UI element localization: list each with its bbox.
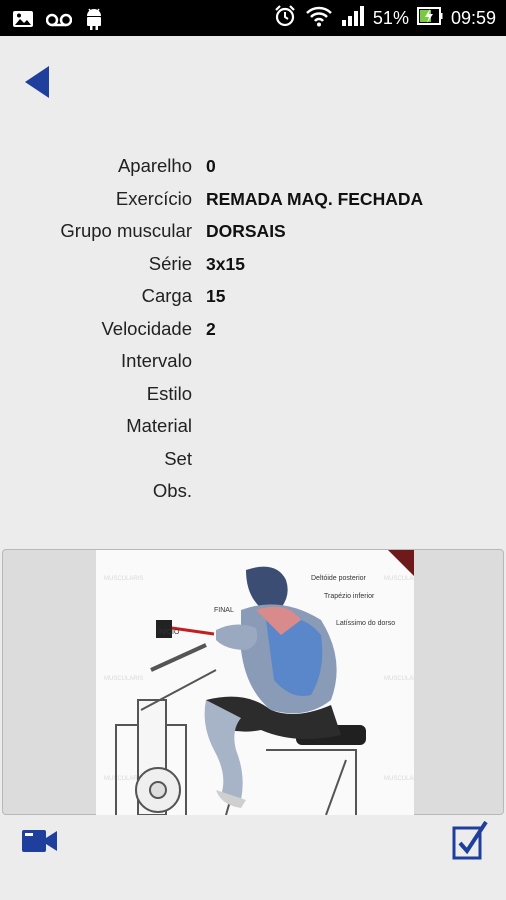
detail-row: Série 3x15 xyxy=(0,248,506,281)
detail-label: Carga xyxy=(141,285,192,306)
detail-label: Aparelho xyxy=(117,155,192,176)
detail-row: Velocidade 2 xyxy=(0,313,506,346)
svg-text:FINAL: FINAL xyxy=(214,607,234,614)
svg-text:MUSCULARIS: MUSCULARIS xyxy=(104,676,143,682)
detail-row: Exercício REMADA MAQ. FECHADA xyxy=(0,183,506,216)
detail-value: REMADA MAQ. FECHADA xyxy=(206,188,424,209)
signal-icon xyxy=(341,5,365,32)
detail-row: Material xyxy=(0,410,506,443)
video-camera-icon xyxy=(22,830,57,852)
exercise-image[interactable]: MUSCULARIS MUSCULARIS MUSCULARIS MUSCULA… xyxy=(96,550,414,815)
clock: 09:59 xyxy=(450,7,496,28)
svg-text:MUSCULARIS: MUSCULARIS xyxy=(384,776,414,782)
detail-row: Grupo muscular DORSAIS xyxy=(0,215,506,248)
detail-row: Intervalo xyxy=(0,345,506,378)
detail-label: Estilo xyxy=(146,382,192,404)
svg-text:MUSCULARIS: MUSCULARIS xyxy=(384,676,414,682)
detail-label: Velocidade xyxy=(101,317,192,339)
back-arrow-icon xyxy=(25,66,49,98)
exercise-details: Aparelho 0 Exercício REMADA MAQ. FECHADA Gru… xyxy=(0,150,506,508)
svg-text:MUSCULARIS: MUSCULARIS xyxy=(384,576,414,582)
back-button[interactable] xyxy=(22,64,52,100)
detail-label: Set xyxy=(164,447,192,469)
detail-value: DORSAIS xyxy=(206,221,286,241)
svg-text:MUSCULARIS: MUSCULARIS xyxy=(104,576,143,582)
svg-text:Trapézio inferior: Trapézio inferior xyxy=(324,593,375,600)
detail-value: 3x15 xyxy=(206,253,245,274)
detail-row: Carga 15 xyxy=(0,280,506,313)
battery-charging-icon xyxy=(416,6,443,31)
corner-mark xyxy=(388,550,414,576)
alarm-icon xyxy=(273,4,297,33)
detail-label: Obs. xyxy=(152,480,192,501)
checkbox-checked-icon xyxy=(452,820,488,860)
svg-text:INICIO: INICIO xyxy=(158,629,180,636)
android-icon xyxy=(84,7,104,36)
exercise-image-panel: MUSCULARIS MUSCULARIS MUSCULARIS MUSCULA… xyxy=(2,549,504,815)
detail-row: Aparelho 0 xyxy=(0,150,506,183)
detail-row: Obs. xyxy=(0,475,506,508)
voicemail-icon xyxy=(45,9,73,34)
battery-percent: 51% xyxy=(372,7,409,28)
detail-value: 0 xyxy=(206,156,216,176)
wifi-icon xyxy=(305,5,333,32)
video-button[interactable] xyxy=(22,827,58,855)
image-icon xyxy=(12,9,34,34)
status-bar: 51% 09:59 xyxy=(0,0,506,36)
done-button[interactable] xyxy=(452,819,488,861)
detail-label: Material xyxy=(126,415,192,436)
detail-label: Grupo muscular xyxy=(60,220,192,241)
detail-value: 15 xyxy=(206,286,226,306)
detail-label: Série xyxy=(148,252,192,274)
svg-text:Latíssimo do dorso: Latíssimo do dorso xyxy=(336,620,395,627)
detail-label: Intervalo xyxy=(121,350,192,371)
svg-text:Deltóide posterior: Deltóide posterior xyxy=(311,575,367,582)
detail-row: Set xyxy=(0,443,506,476)
detail-value: 2 xyxy=(206,318,216,339)
detail-row: Estilo xyxy=(0,378,506,411)
detail-label: Exercício xyxy=(115,187,192,209)
